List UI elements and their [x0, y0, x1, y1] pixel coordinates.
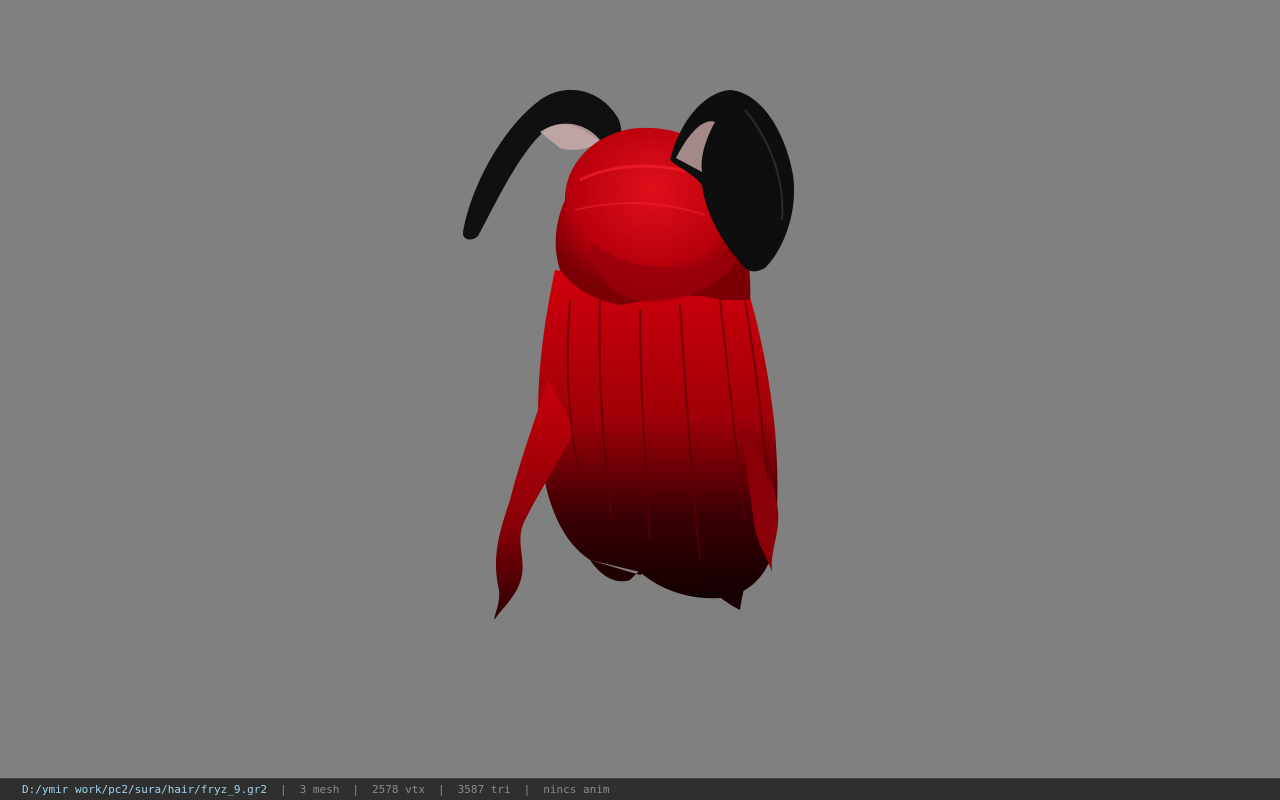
separator: |	[523, 783, 531, 796]
separator: |	[438, 783, 445, 796]
vertex-count: 2578 vtx	[372, 783, 426, 796]
file-path: D:/ymir work/pc2/sura/hair/fryz_9.gr2	[22, 783, 268, 796]
status-bar: D:/ymir work/pc2/sura/hair/fryz_9.gr2 | …	[0, 778, 1280, 800]
separator: |	[352, 783, 360, 796]
mesh-count: 3 mesh	[299, 783, 340, 796]
3d-viewport[interactable]	[0, 0, 1280, 778]
separator: |	[280, 783, 287, 796]
model-render	[462, 89, 795, 620]
triangle-count: 3587 tri	[457, 783, 511, 796]
animation-status: nincs anim	[543, 783, 610, 796]
